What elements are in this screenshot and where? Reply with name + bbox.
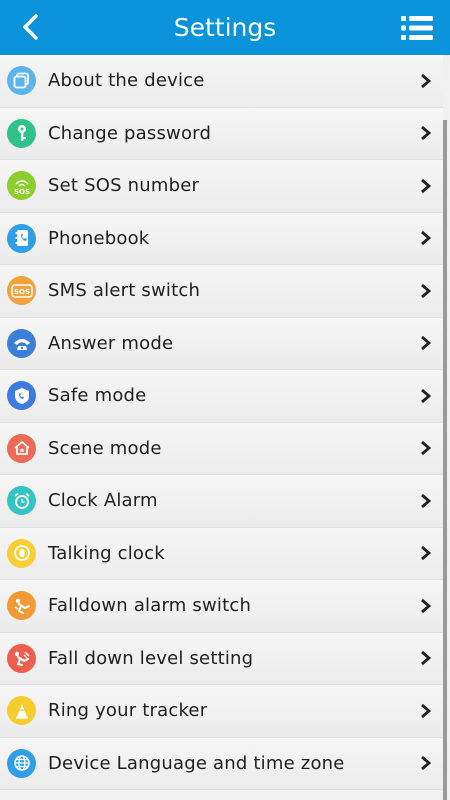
settings-item-label: Answer mode	[48, 332, 174, 354]
settings-item-label: Talking clock	[48, 542, 165, 564]
settings-item-label: Ring your tracker	[48, 700, 208, 722]
chevron-right-icon	[421, 283, 432, 298]
chevron-right-icon	[421, 441, 432, 456]
settings-item-label: Fall down level setting	[48, 647, 254, 669]
chevron-right-icon	[421, 231, 432, 246]
chevron-right-icon	[421, 546, 432, 561]
home-icon	[7, 433, 36, 463]
menu-button[interactable]	[400, 14, 434, 42]
sms-sos-icon: SOS	[7, 276, 36, 306]
chevron-right-icon	[421, 703, 432, 718]
list-menu-icon	[401, 16, 433, 40]
settings-item-label: SMS alert switch	[48, 280, 201, 302]
bell-cone-icon	[7, 696, 36, 726]
globe-icon	[7, 748, 36, 778]
settings-item-safe-mode[interactable]: Safe mode	[0, 370, 443, 423]
scrollbar[interactable]	[443, 120, 447, 800]
answer-phone-icon	[7, 328, 36, 358]
svg-text:SOS: SOS	[13, 288, 29, 296]
settings-list: About the device Change password SOS Set…	[0, 55, 443, 790]
svg-text:SOS: SOS	[13, 188, 29, 196]
chevron-right-icon	[421, 756, 432, 771]
settings-item-ring-tracker[interactable]: Ring your tracker	[0, 685, 443, 738]
settings-item-clock-alarm[interactable]: Clock Alarm	[0, 475, 443, 528]
back-button[interactable]	[14, 10, 46, 44]
sos-signal-icon: SOS	[7, 171, 36, 201]
chevron-right-icon	[421, 388, 432, 403]
chevron-right-icon	[421, 598, 432, 613]
settings-item-fall-level[interactable]: Fall down level setting	[0, 632, 443, 685]
settings-item-phonebook[interactable]: Phonebook	[0, 212, 443, 265]
chevron-right-icon	[421, 73, 432, 88]
settings-item-label: Scene mode	[48, 437, 162, 459]
phonebook-icon	[7, 223, 36, 253]
settings-item-label: Phonebook	[48, 227, 150, 249]
settings-item-label: Safe mode	[48, 385, 147, 407]
page-title: Settings	[173, 13, 277, 42]
settings-item-answer-mode[interactable]: Answer mode	[0, 317, 443, 370]
settings-item-label: Change password	[48, 122, 212, 144]
settings-item-falldown-alarm[interactable]: Falldown alarm switch	[0, 580, 443, 633]
settings-item-label: Clock Alarm	[48, 490, 158, 512]
talking-clock-icon	[7, 538, 36, 568]
alarm-clock-icon	[7, 486, 36, 516]
chevron-right-icon	[421, 336, 432, 351]
settings-item-label: Device Language and time zone	[48, 752, 345, 774]
settings-item-talking-clock[interactable]: Talking clock	[0, 527, 443, 580]
shield-icon	[7, 381, 36, 411]
settings-item-sms-alert[interactable]: SOS SMS alert switch	[0, 265, 443, 318]
key-icon	[7, 118, 36, 148]
top-app-bar: Settings	[0, 0, 450, 55]
chevron-right-icon	[421, 126, 432, 141]
settings-item-scene-mode[interactable]: Scene mode	[0, 422, 443, 475]
settings-item-label: Falldown alarm switch	[48, 595, 252, 617]
settings-item-label: About the device	[48, 70, 205, 92]
settings-item-language-timezone[interactable]: Device Language and time zone	[0, 737, 443, 790]
falldown-icon	[7, 591, 36, 621]
chevron-right-icon	[421, 178, 432, 193]
settings-item-about-device[interactable]: About the device	[0, 55, 443, 108]
chevron-left-icon	[23, 14, 38, 40]
settings-item-label: Set SOS number	[48, 175, 200, 197]
device-icon	[7, 66, 36, 96]
settings-item-sos-number[interactable]: SOS Set SOS number	[0, 160, 443, 213]
chevron-right-icon	[421, 493, 432, 508]
chevron-right-icon	[421, 651, 432, 666]
fall-level-icon	[7, 643, 36, 673]
settings-item-change-password[interactable]: Change password	[0, 107, 443, 160]
